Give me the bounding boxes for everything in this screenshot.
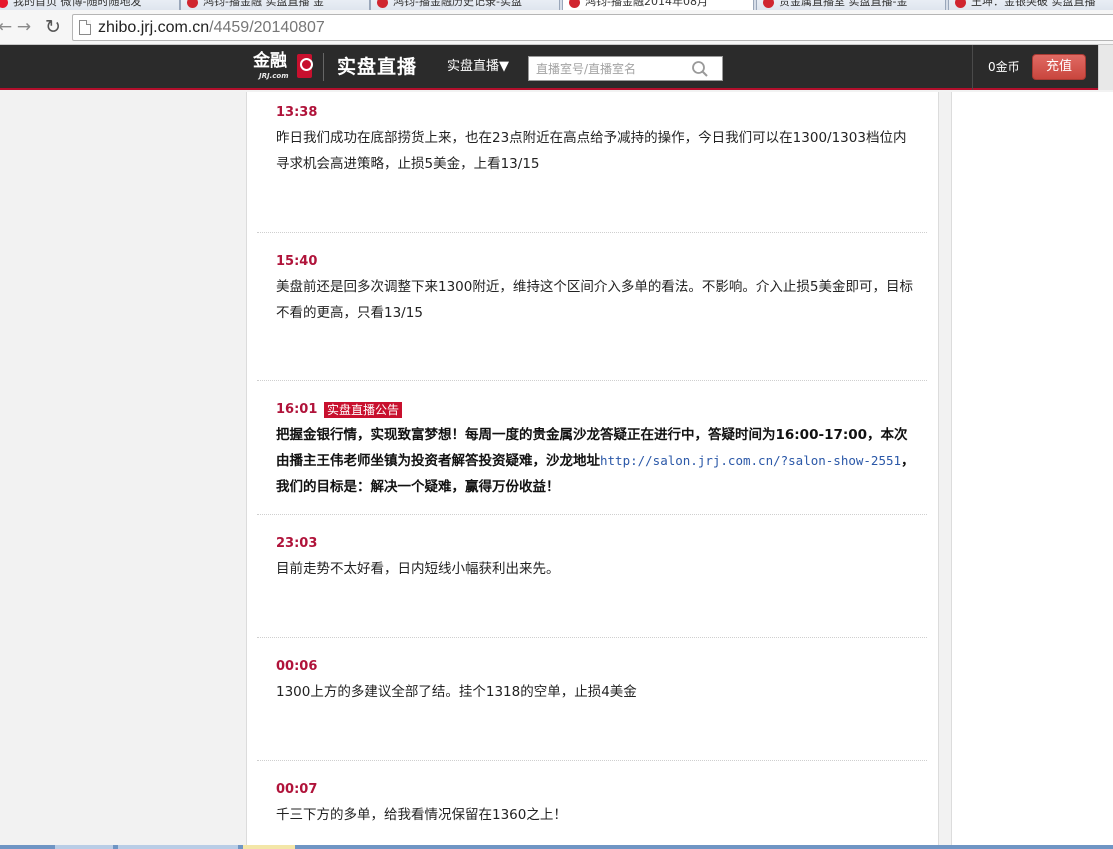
announcement-badge[interactable]: 实盘直播公告	[324, 402, 403, 418]
jrj-favicon-icon	[763, 0, 774, 8]
taskbar-item[interactable]	[118, 845, 238, 849]
post-text: 昨日我们成功在底部捞货上来，也在23点附近在高点给予减持的操作，今日我们可以在1…	[276, 130, 907, 172]
right-sidebar	[951, 92, 1113, 849]
search-icon[interactable]	[691, 60, 709, 78]
logo-badge-icon	[297, 54, 313, 78]
browser-tab-label: 贵金属直播室 实盘直播-金	[779, 0, 908, 8]
feed-post-announcement: 16:01 实盘直播公告 把握金银行情，实现致富梦想！每周一度的贵金属沙龙答疑正…	[257, 401, 927, 515]
post-time: 00:07	[276, 782, 318, 797]
forward-arrow-icon[interactable]: →	[13, 16, 35, 38]
site-header: 金融 JRJ.com 实盘直播 实盘直播▼ 0金币 充值	[0, 45, 1113, 90]
browser-tab-label: 鸿钧-播金融2014年08月	[585, 0, 708, 8]
browser-tab-label: 鸿钧-播金融 实盘直播 金	[203, 0, 324, 8]
feed-post: 23:03 目前走势不太好看，日内短线小幅获利出来先。	[257, 535, 927, 638]
post-time: 15:40	[276, 254, 318, 269]
post-time: 13:38	[276, 105, 318, 120]
feed-post: 00:07 千三下方的多单，给我看情况保留在1360之上！	[257, 781, 927, 849]
recharge-button[interactable]: 充值	[1032, 54, 1086, 80]
post-time: 23:03	[276, 536, 318, 551]
scrollbar-track[interactable]	[1098, 45, 1113, 90]
browser-tab-1[interactable]: 我的首页 微博-随时随地发	[0, 0, 180, 10]
address-bar-url: zhibo.jrj.com.cn/4459/20140807	[98, 18, 325, 38]
browser-tab-5[interactable]: 贵金属直播室 实盘直播-金	[756, 0, 946, 10]
feed-post: 00:06 1300上方的多建议全部了结。挂个1318的空单，止损4美金	[257, 658, 927, 761]
post-text: 1300上方的多建议全部了结。挂个1318的空单，止损4美金	[276, 684, 637, 700]
coin-balance: 0金币	[988, 60, 1020, 74]
browser-toolbar: ← → ↻ zhibo.jrj.com.cn/4459/20140807	[0, 10, 1113, 45]
logo-cn-text: 金融	[253, 51, 287, 71]
jrj-favicon-icon	[187, 0, 198, 8]
browser-tab-strip: 我的首页 微博-随时随地发 鸿钧-播金融 实盘直播 金 鸿钧-播金融历史记录-实…	[0, 0, 1113, 10]
post-time: 16:01	[276, 402, 318, 417]
browser-tab-3[interactable]: 鸿钧-播金融历史记录-实盘	[370, 0, 560, 10]
header-divider	[972, 45, 973, 90]
browser-tab-2[interactable]: 鸿钧-播金融 实盘直播 金	[180, 0, 370, 10]
live-logo-text[interactable]: 实盘直播	[337, 55, 417, 79]
weibo-favicon-icon	[0, 0, 8, 8]
browser-tab-4-active[interactable]: 鸿钧-播金融2014年08月	[562, 0, 754, 10]
search-input[interactable]	[529, 57, 689, 80]
jrj-favicon-icon	[569, 0, 580, 8]
url-host: zhibo.jrj.com.cn	[98, 19, 210, 36]
post-text: 千三下方的多单，给我看情况保留在1360之上！	[276, 807, 567, 823]
post-time: 00:06	[276, 659, 318, 674]
post-text: 美盘前还是回多次调整下来1300附近，维持这个区间介入多单的看法。不影响。介入止…	[276, 279, 913, 321]
logo-en-text: JRJ.com	[259, 72, 289, 80]
url-path: /4459/20140807	[209, 19, 325, 36]
os-taskbar	[0, 845, 1113, 849]
jrj-favicon-icon	[955, 0, 966, 8]
post-text: 把握金银行情，实现致富梦想！每周一度的贵金属沙龙答疑正在进行中，答疑时间为16:…	[276, 422, 916, 500]
taskbar-item[interactable]	[55, 845, 113, 849]
feed-post: 13:38 昨日我们成功在底部捞货上来，也在23点附近在高点给予减持的操作，今日…	[257, 104, 927, 233]
logo-divider	[323, 53, 324, 81]
address-bar[interactable]: zhibo.jrj.com.cn/4459/20140807	[72, 14, 1113, 41]
jrj-favicon-icon	[377, 0, 388, 8]
live-feed: 13:38 昨日我们成功在底部捞货上来，也在23点附近在高点给予减持的操作，今日…	[246, 92, 939, 849]
feed-post: 15:40 美盘前还是回多次调整下来1300附近，维持这个区间介入多单的看法。不…	[257, 253, 927, 381]
post-text: 目前走势不太好看，日内短线小幅获利出来先。	[276, 561, 560, 577]
browser-tab-label: 鸿钧-播金融历史记录-实盘	[393, 0, 522, 8]
live-dropdown-menu[interactable]: 实盘直播▼	[447, 58, 509, 76]
salon-link[interactable]: http://salon.jrj.com.cn/?salon-show-2551	[600, 453, 901, 468]
browser-tab-6[interactable]: 王坤：金银突破 实盘直播	[948, 0, 1113, 10]
taskbar-item[interactable]	[243, 845, 295, 849]
jrj-logo[interactable]: 金融 JRJ.com	[253, 51, 313, 83]
browser-tab-label: 王坤：金银突破 实盘直播	[971, 0, 1096, 8]
search-box	[528, 56, 723, 81]
page-icon	[79, 20, 91, 35]
browser-tab-label: 我的首页 微博-随时随地发	[13, 0, 142, 8]
reload-icon[interactable]: ↻	[42, 16, 64, 38]
